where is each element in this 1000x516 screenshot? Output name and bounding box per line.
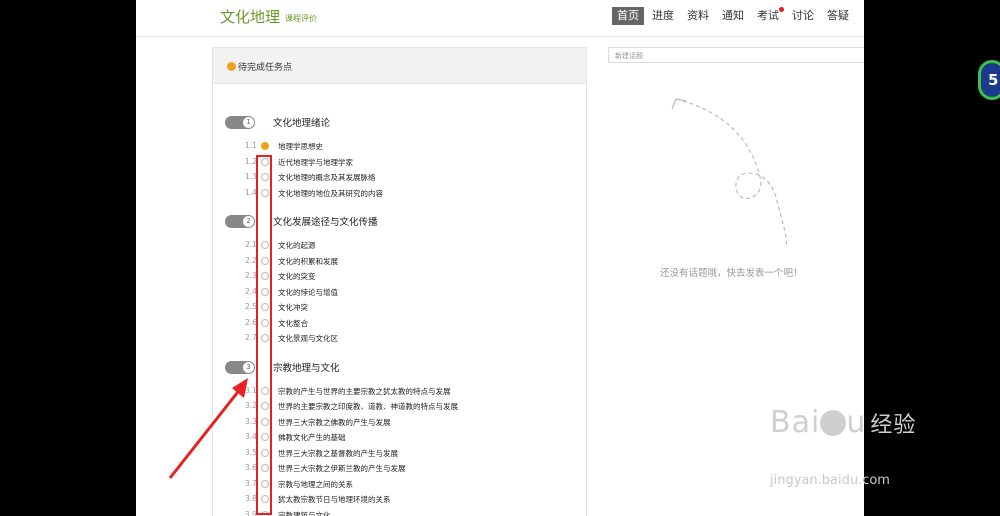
nav-item[interactable]: 进度: [647, 7, 679, 25]
pending-task-icon: [261, 142, 269, 150]
chapter-number: 2: [243, 216, 254, 227]
course-nav: 首页 进度 资料 通知 考试 讨论 答疑: [612, 7, 857, 25]
task-item-label: 犹太教宗教节日与地理环境的关系: [278, 495, 391, 504]
task-item-label: 佛教文化产生的基础: [278, 433, 346, 442]
task-item-label: 宗教建筑与文化: [278, 510, 331, 516]
course-rating-link[interactable]: 课程评价: [285, 13, 317, 24]
task-item-label: 世界三大宗教之基督教的产生与发展: [278, 448, 398, 458]
baidu-logo: Bai u 经验: [770, 405, 917, 440]
task-panel-header: 待完成任务点: [213, 48, 586, 84]
task-item-label: 文化的积累和发展: [278, 256, 338, 266]
task-item-label: 宗教与地理之间的关系: [278, 479, 353, 489]
task-item-label: 近代地理学与地理学家: [278, 157, 353, 167]
nav-item[interactable]: 通知: [717, 7, 749, 25]
side-badge-number: 5: [988, 71, 999, 89]
task-item-label: 地理学思想史: [278, 142, 323, 151]
chapter-toggle[interactable]: 1: [225, 116, 255, 129]
course-header: 文化地理 课程评价 首页 进度 资料 通知 考试 讨论 答疑: [136, 0, 864, 37]
chapter-title[interactable]: 文化地理绪论: [273, 115, 330, 129]
nav-item[interactable]: 首页: [612, 7, 644, 25]
pending-task-icon: [227, 62, 236, 71]
chapter-toggle[interactable]: 3: [225, 360, 255, 374]
task-item-label: 文化的突变: [278, 272, 316, 281]
watermark-text: 经验: [870, 413, 917, 438]
paw-icon: [820, 410, 847, 436]
task-item-label: 文化景观与文化区: [278, 334, 338, 343]
task-item-label: 世界三大宗教之伊斯兰教的产生与发展: [278, 464, 406, 473]
notification-dot: [779, 7, 784, 12]
nav-item[interactable]: 资料: [682, 7, 714, 25]
task-item-label: 文化地理的地位及其研究的内容: [278, 188, 383, 198]
chapter-title[interactable]: 宗教地理与文化: [273, 360, 340, 374]
task-item-label: 文化的悖论与增值: [278, 287, 338, 297]
course-page: 文化地理 课程评价 首页 进度 资料 通知 考试 讨论 答疑 待完成任务点 1 文化地理绪论 1…: [136, 0, 864, 516]
task-item-number: 1.1: [245, 141, 257, 150]
task-panel-title: 待完成任务点: [238, 63, 293, 73]
empty-discussion-text: 还没有话题哦，快去发表一个吧！: [660, 268, 803, 279]
nav-item[interactable]: 考试: [752, 7, 784, 25]
nav-item[interactable]: 答疑: [822, 7, 854, 25]
watermark-url: jingyan.baidu.com: [770, 473, 890, 488]
course-title[interactable]: 文化地理: [220, 6, 280, 27]
task-item-label: 文化冲突: [278, 303, 308, 312]
dashed-arrow-illustration: [671, 98, 787, 248]
task-item-label: 世界三大宗教之佛教的产生与发展: [278, 417, 391, 427]
chapter-number: 3: [243, 361, 254, 373]
chapter-toggle[interactable]: 2: [225, 215, 255, 228]
nav-item[interactable]: 讨论: [787, 7, 819, 25]
task-item-label: 世界的主要宗教之印度教、道教、神道教的特点与发展: [278, 402, 458, 411]
task-item-label: 文化地理的概念及其发展脉络: [278, 173, 376, 182]
chapter-number: 1: [243, 117, 254, 128]
task-item-label: 文化整合: [278, 318, 308, 328]
task-item-label: 宗教的产生与世界的主要宗教之犹太教的特点与发展: [278, 386, 451, 396]
side-badge[interactable]: 5: [978, 60, 1000, 100]
baidu-watermark: Bai u 经验 jingyan.baidu.com: [770, 405, 917, 488]
annotation-highlight-box: [256, 155, 272, 515]
chapter-title[interactable]: 文化发展途径与文化传播: [273, 214, 378, 228]
task-item-label: 文化的起源: [278, 241, 316, 250]
new-topic-input[interactable]: 新建话题: [608, 47, 864, 63]
